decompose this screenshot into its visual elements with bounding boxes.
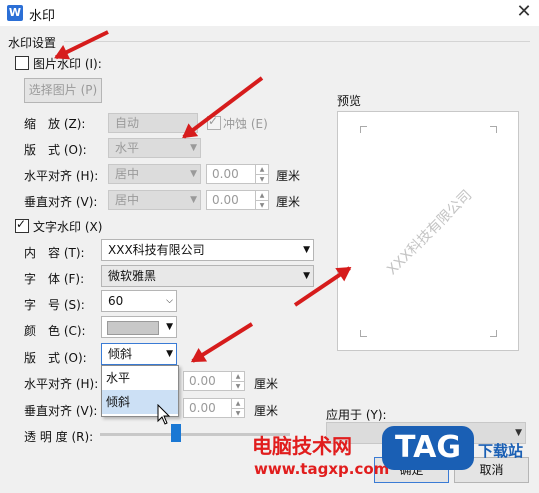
- washout-label: 冲蚀 (E): [223, 117, 268, 131]
- transparency-slider-thumb[interactable]: [171, 424, 181, 442]
- pic-valign-value: 居中: [115, 193, 140, 207]
- font-label: 字 体 (F):: [24, 272, 85, 286]
- pic-layout-label: 版 式 (O):: [24, 143, 87, 157]
- picture-watermark-checkbox[interactable]: [15, 56, 29, 70]
- pic-layout-value: 水平: [115, 141, 140, 155]
- chevron-down-icon: ▼: [190, 195, 197, 205]
- pic-halign-offset-value: 0.00: [212, 167, 239, 181]
- scale-label: 缩 放 (Z):: [24, 117, 86, 131]
- annotation-arrow: [191, 322, 254, 363]
- preview-watermark-text: XXX科技有限公司: [384, 187, 476, 279]
- margin-corner: [360, 126, 367, 133]
- transparency-label: 透 明 度 (R):: [24, 430, 94, 444]
- tag-logo-subtitle: 下载站: [478, 442, 524, 460]
- spin-down-icon[interactable]: ▼: [255, 174, 268, 184]
- chevron-down-icon: ▼: [190, 143, 197, 153]
- dropdown-option-horizontal[interactable]: 水平: [102, 366, 178, 390]
- title-bar: [0, 0, 539, 26]
- spin-up-icon[interactable]: ▲: [231, 399, 244, 408]
- chevron-down-icon: ▼: [166, 322, 173, 332]
- margin-corner: [360, 330, 367, 337]
- preview-label: 预览: [337, 94, 362, 108]
- text-halign-offset-value: 0.00: [189, 374, 216, 388]
- text-watermark-label: 文字水印 (X): [33, 220, 103, 234]
- chevron-down-icon: ▼: [303, 245, 310, 255]
- site-url-overlay: www.tagxp.com: [254, 460, 390, 478]
- pic-valign-offset-value: 0.00: [212, 193, 239, 207]
- tag-logo: TAG: [382, 426, 474, 470]
- content-value: XXX科技有限公司: [108, 243, 205, 257]
- pic-valign-offset-spinner[interactable]: 0.00 ▲ ▼: [206, 190, 269, 210]
- font-combo[interactable]: 微软雅黑 ▼: [101, 265, 314, 287]
- chevron-down-icon: ⌵: [166, 296, 173, 306]
- text-valign-label: 垂直对齐 (V):: [24, 404, 98, 418]
- size-label: 字 号 (S):: [24, 298, 85, 312]
- pic-valign-combo[interactable]: 居中 ▼: [108, 190, 201, 210]
- text-halign-label: 水平对齐 (H):: [24, 377, 99, 391]
- text-layout-value: 倾斜: [108, 347, 133, 361]
- section-title: 水印设置: [8, 36, 57, 50]
- color-swatch: [107, 321, 159, 335]
- font-value: 微软雅黑: [108, 269, 157, 283]
- size-combo[interactable]: 60 ⌵: [101, 290, 177, 312]
- pic-halign-combo[interactable]: 居中 ▼: [108, 164, 201, 184]
- pic-halign-value: 居中: [115, 167, 140, 181]
- select-picture-button[interactable]: 选择图片 (P): [24, 78, 102, 103]
- spin-down-icon[interactable]: ▼: [231, 381, 244, 391]
- margin-corner: [490, 330, 497, 337]
- text-valign-offset-spinner[interactable]: 0.00 ▲ ▼: [183, 398, 245, 418]
- color-label: 颜 色 (C):: [24, 324, 86, 338]
- scale-value: 自动: [115, 116, 140, 130]
- color-combo[interactable]: ▼: [101, 316, 177, 338]
- text-halign-unit: 厘米: [254, 377, 279, 391]
- wps-app-icon: W: [7, 5, 23, 21]
- chevron-down-icon: ▼: [190, 169, 197, 179]
- text-halign-offset-spinner[interactable]: 0.00 ▲ ▼: [183, 371, 245, 391]
- spin-up-icon[interactable]: ▲: [255, 191, 268, 200]
- pic-halign-unit: 厘米: [276, 169, 301, 183]
- margin-corner: [490, 126, 497, 133]
- content-combo[interactable]: XXX科技有限公司 ▼: [101, 239, 314, 261]
- spin-down-icon[interactable]: ▼: [231, 408, 244, 418]
- text-layout-combo[interactable]: 倾斜 ▼: [101, 343, 177, 365]
- spin-up-icon[interactable]: ▲: [231, 372, 244, 381]
- chevron-down-icon: ▼: [166, 349, 173, 359]
- text-layout-label: 版 式 (O):: [24, 351, 87, 365]
- window-title: 水印: [29, 9, 56, 24]
- content-label: 内 容 (T):: [24, 246, 85, 260]
- text-valign-unit: 厘米: [254, 404, 279, 418]
- apply-to-label: 应用于 (Y):: [326, 408, 387, 422]
- close-icon[interactable]: ✕: [512, 1, 536, 23]
- size-value: 60: [108, 294, 124, 308]
- spin-down-icon[interactable]: ▼: [255, 200, 268, 210]
- pic-halign-label: 水平对齐 (H):: [24, 169, 99, 183]
- site-name-overlay: 电脑技术网: [252, 434, 352, 458]
- mouse-cursor-icon: [157, 404, 170, 425]
- text-watermark-checkbox[interactable]: [15, 217, 29, 233]
- section-divider: [64, 41, 530, 42]
- pic-valign-label: 垂直对齐 (V):: [24, 195, 98, 209]
- pic-halign-offset-spinner[interactable]: 0.00 ▲ ▼: [206, 164, 269, 184]
- pic-valign-unit: 厘米: [276, 195, 301, 209]
- spin-up-icon[interactable]: ▲: [255, 165, 268, 174]
- chevron-down-icon: ▼: [303, 271, 310, 281]
- preview-frame: XXX科技有限公司: [337, 111, 519, 351]
- text-valign-offset-value: 0.00: [189, 401, 216, 415]
